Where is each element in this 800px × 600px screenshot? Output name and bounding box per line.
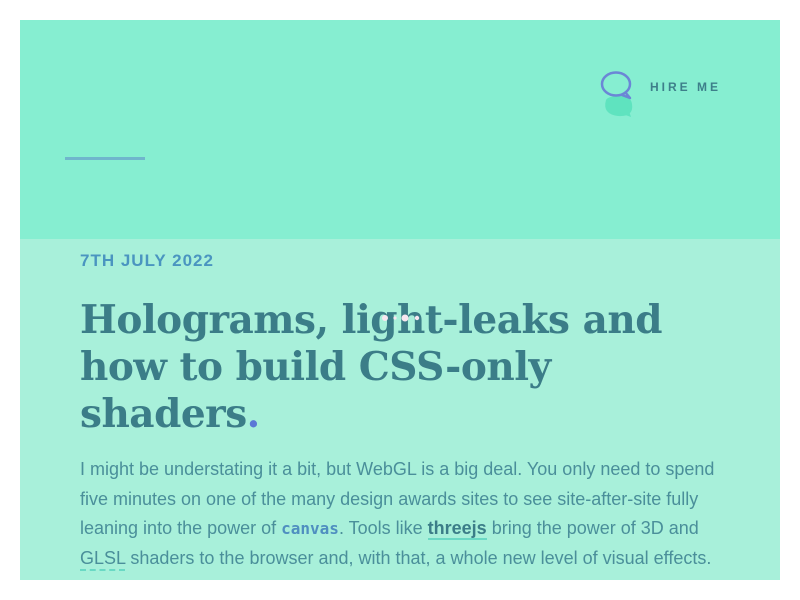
post-intro-paragraph: I might be understating it a bit, but We…: [80, 455, 730, 573]
title-accent-dot: .: [246, 391, 261, 437]
body-text-2: . Tools like: [338, 518, 428, 538]
body-text-4: shaders to the browser and, with that, a…: [125, 547, 712, 568]
threejs-link[interactable]: threejs: [427, 518, 487, 540]
post-title-text: Holograms, light-leaks and how to build …: [80, 297, 662, 437]
sparkle-decoration: [382, 314, 420, 322]
speech-bubble-icon: [600, 70, 636, 118]
hire-me-link[interactable]: HIRE ME: [600, 70, 721, 118]
canvas-link[interactable]: canvas: [281, 519, 339, 538]
hero-banner: HIRE ME: [20, 20, 780, 239]
glsl-term[interactable]: GLSL: [80, 548, 125, 568]
hire-me-label: HIRE ME: [650, 80, 722, 94]
body-text-3: bring the power of 3D and: [486, 518, 699, 538]
post-date: 7TH JULY 2022: [80, 251, 214, 270]
hero-divider: [65, 157, 145, 160]
page-frame: HIRE ME 7TH JULY 2022 Holograms, light-l…: [20, 20, 780, 580]
